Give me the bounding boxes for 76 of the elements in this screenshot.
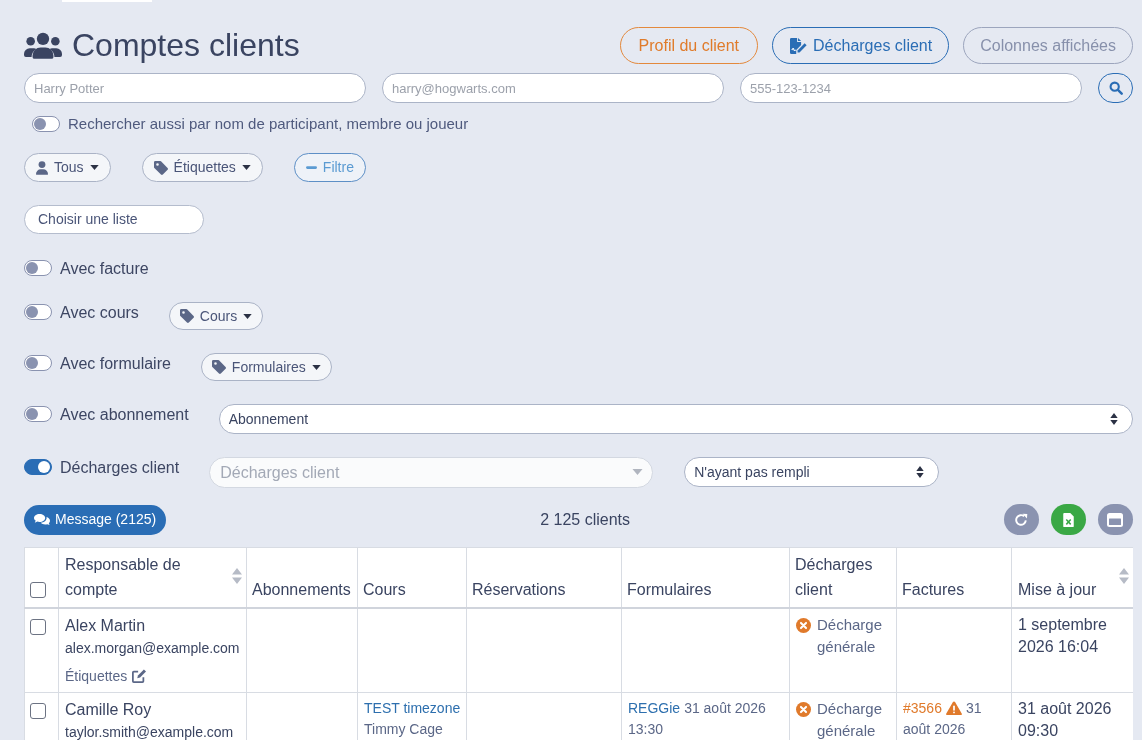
caret-icon <box>311 364 321 370</box>
invoice-entry: #3566 31 août 2026 <box>903 698 983 739</box>
refresh-icon <box>1014 512 1029 527</box>
dropdown-select[interactable]: Abonnement <box>218 404 1133 434</box>
client-count: 2 125 clients <box>540 509 630 530</box>
waiver-status: Décharge générale <box>817 698 884 740</box>
search-field[interactable]: harry@hogwarts.com <box>382 73 724 103</box>
toggle-switch[interactable] <box>24 459 52 475</box>
column-header: Décharges client <box>795 554 874 600</box>
page-title: Comptes clients <box>72 27 300 64</box>
caret-icon <box>243 313 253 319</box>
tag-dropdown[interactable]: Formulaires <box>200 353 332 381</box>
filter-dropdown[interactable]: Tous <box>24 153 111 182</box>
form-link[interactable]: REGGie <box>628 699 681 716</box>
waiver-status: Décharge générale <box>817 614 884 657</box>
caret-icon <box>632 469 644 475</box>
sort-arrows-icon <box>1110 413 1118 425</box>
refresh-button[interactable] <box>1004 504 1039 535</box>
client-email: alex.morgan@example.com <box>65 638 240 658</box>
tag-dropdown[interactable]: Cours <box>168 302 264 330</box>
column-header: Mise à jour <box>1018 579 1097 600</box>
list-select[interactable]: Choisir une liste <box>24 205 204 234</box>
course-instructor: Timmy Cage <box>364 719 444 739</box>
minus-icon <box>305 166 317 169</box>
file-pen-icon <box>789 37 808 54</box>
tags-link[interactable]: Étiquettes <box>65 664 128 687</box>
filter-label: Avec cours <box>60 303 139 323</box>
client-name[interactable]: Camille Roy <box>65 697 240 722</box>
message-button[interactable]: Message (2125) <box>24 504 167 535</box>
filter-label: Avec facture <box>60 259 149 279</box>
sort-arrows-icon <box>916 466 925 478</box>
column-header: Formulaires <box>627 579 712 600</box>
filter-label: Décharges client <box>60 458 180 478</box>
checkbox[interactable] <box>30 618 46 635</box>
search-icon <box>1108 81 1123 95</box>
column-header: Abonnements <box>252 579 351 600</box>
excel-export-button[interactable] <box>1051 504 1086 535</box>
search-field[interactable]: 555-123-1234 <box>740 73 1082 103</box>
checkbox[interactable] <box>30 581 46 598</box>
tag-icon <box>179 309 194 323</box>
dropdown-select[interactable]: N'ayant pas rempli <box>684 457 940 487</box>
sort-icon[interactable] <box>232 567 242 584</box>
caret-icon <box>241 165 251 170</box>
users-icon <box>24 32 62 59</box>
tag-icon <box>153 160 168 175</box>
spreadsheet-file-icon <box>1063 512 1074 527</box>
client-name[interactable]: Alex Martin <box>65 613 240 638</box>
window-icon <box>1107 512 1124 527</box>
tag-icon <box>211 360 226 374</box>
filter-dropdown[interactable]: Étiquettes <box>141 153 263 182</box>
column-header: Cours <box>363 579 406 600</box>
updated-date: 31 août 2026 09:30 <box>1018 698 1113 740</box>
toggle-switch[interactable] <box>24 260 52 276</box>
form-entry: REGGie 31 août 2026 13:30 <box>628 698 767 739</box>
panel-button[interactable] <box>1098 504 1133 535</box>
client-email: taylor.smith@example.com <box>65 722 235 740</box>
column-header: Réservations <box>472 579 566 600</box>
checkbox[interactable] <box>30 702 46 719</box>
filter-label: Avec formulaire <box>60 354 171 374</box>
course-link[interactable]: TEST timezone <box>364 697 460 719</box>
toggle-switch[interactable] <box>24 406 52 422</box>
search-field[interactable]: Harry Potter <box>24 73 366 103</box>
toggle-switch[interactable] <box>24 355 52 371</box>
filter-label: Avec abonnement <box>60 405 189 425</box>
comments-icon <box>34 513 50 526</box>
toggle-label: Rechercher aussi par nom de participant, membre ou joueur <box>68 114 469 134</box>
updated-date: 1 septembre 2026 16:04 <box>1018 614 1108 657</box>
sort-icon[interactable] <box>1119 567 1129 584</box>
user-icon <box>36 160 48 175</box>
caret-icon <box>89 165 99 170</box>
edit-icon[interactable] <box>132 668 147 683</box>
toggle-switch[interactable] <box>32 116 60 132</box>
toggle-switch[interactable] <box>24 304 52 320</box>
column-header: Factures <box>902 579 965 600</box>
multiselect-field[interactable]: Décharges client <box>209 457 654 488</box>
column-header: Responsable de compte <box>65 554 182 600</box>
